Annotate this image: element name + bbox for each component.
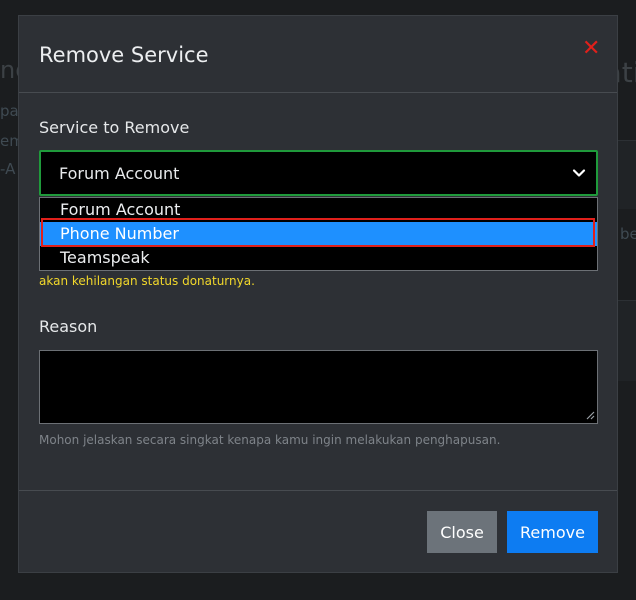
remove-button[interactable]: Remove xyxy=(507,511,598,553)
service-select[interactable]: Forum Account xyxy=(39,150,598,196)
modal-footer: Close Remove xyxy=(19,490,617,572)
reason-textarea[interactable] xyxy=(39,350,598,424)
help-text: Mohon jelaskan secara singkat kenapa kam… xyxy=(39,433,501,447)
reason-label: Reason xyxy=(39,317,98,336)
dropdown-option-teamspeak[interactable]: Teamspeak xyxy=(40,246,597,270)
dropdown-option-forum-account[interactable]: Forum Account xyxy=(40,198,597,222)
resize-grip-icon[interactable] xyxy=(585,410,595,420)
option-label: Teamspeak xyxy=(60,248,150,267)
service-dropdown-list: Forum Account Phone Number Teamspeak xyxy=(39,197,598,271)
background-text-right: be xyxy=(620,225,636,243)
chevron-down-icon xyxy=(572,169,586,177)
modal-title: Remove Service xyxy=(39,43,209,67)
modal-header: Remove Service ✕ xyxy=(19,16,617,93)
close-button[interactable]: Close xyxy=(427,511,497,553)
option-label: Forum Account xyxy=(60,200,181,219)
dropdown-option-phone-number[interactable]: Phone Number xyxy=(40,222,597,246)
background-panel xyxy=(616,140,636,209)
remove-service-modal: Remove Service ✕ Service to Remove Forum… xyxy=(18,15,618,573)
service-label: Service to Remove xyxy=(39,118,190,137)
background-panel xyxy=(616,300,636,381)
warning-text: akan kehilangan status donaturnya. xyxy=(39,274,255,288)
close-icon[interactable]: ✕ xyxy=(582,38,600,60)
background-text-line: pa xyxy=(0,102,19,120)
option-label: Phone Number xyxy=(60,224,179,243)
select-value: Forum Account xyxy=(59,164,180,183)
background-text-line: -A xyxy=(0,160,16,178)
